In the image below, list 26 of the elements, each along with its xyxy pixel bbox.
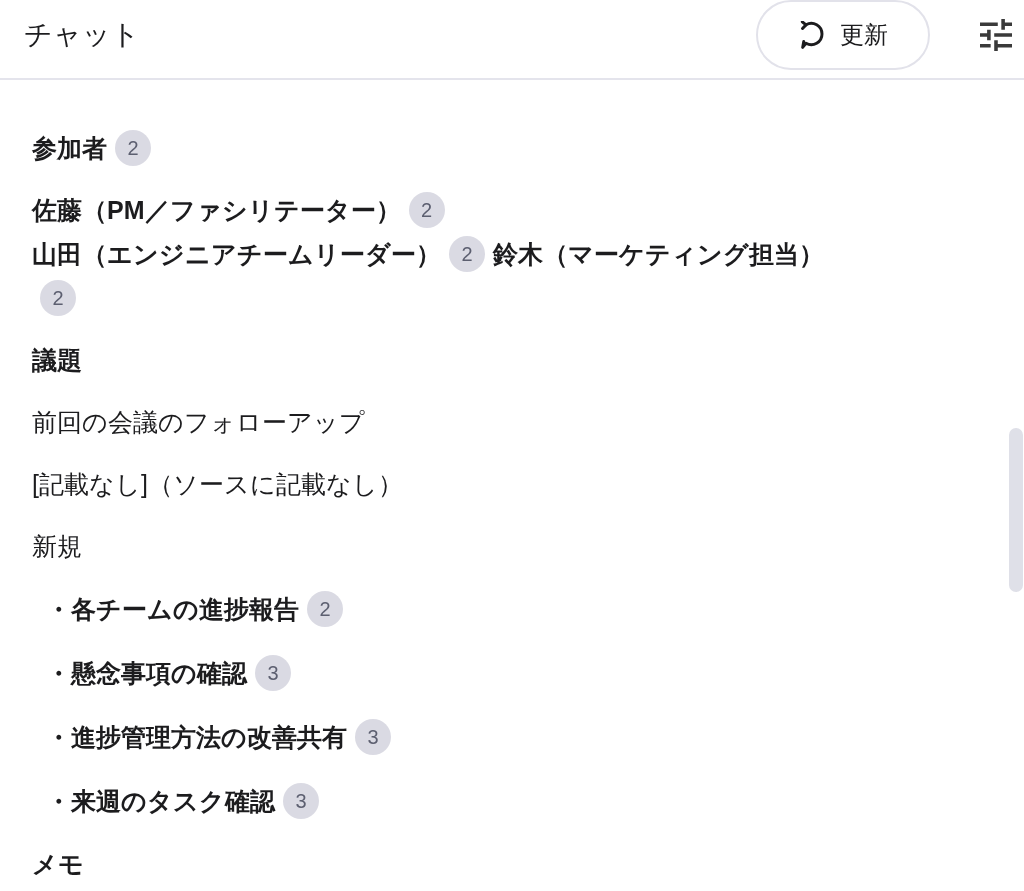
participant-name: 鈴木（マーケティング担当） xyxy=(493,239,824,270)
section-heading: 議題 xyxy=(32,345,82,376)
bullet-item: ・懸念事項の確認 xyxy=(46,658,247,689)
citation-badge[interactable]: 2 xyxy=(307,591,343,627)
citation-badge[interactable]: 2 xyxy=(449,236,485,272)
refresh-icon xyxy=(798,21,826,49)
bullet-item: ・進捗管理方法の改善共有 xyxy=(46,722,347,753)
participant-name: 佐藤（PM／ファシリテーター） xyxy=(32,195,401,226)
participant-name: 山田（エンジニアチームリーダー） xyxy=(32,239,441,270)
paragraph-text: 新規 xyxy=(32,531,82,562)
bullet-item: ・各チームの進捗報告 xyxy=(46,594,299,625)
citation-badge[interactable]: 3 xyxy=(255,655,291,691)
citation-badge[interactable]: 2 xyxy=(40,280,76,316)
paragraph-text: [記載なし]（ソースに記載なし） xyxy=(32,469,403,500)
section-heading: 参加者 xyxy=(32,133,107,164)
citation-badge[interactable]: 3 xyxy=(283,783,319,819)
header-title: チャット xyxy=(24,18,140,52)
bullet-item: ・来週のタスク確認 xyxy=(46,786,275,817)
paragraph-text: 前回の会議のフォローアップ xyxy=(32,407,365,438)
sliders-icon[interactable] xyxy=(980,19,1012,51)
citation-badge[interactable]: 3 xyxy=(355,719,391,755)
scrollbar-thumb[interactable] xyxy=(1009,428,1023,592)
citation-badge[interactable]: 2 xyxy=(115,130,151,166)
citation-badge[interactable]: 2 xyxy=(408,192,445,228)
section-heading: メモ xyxy=(32,849,84,880)
refresh-button[interactable]: 更新 xyxy=(756,0,930,70)
